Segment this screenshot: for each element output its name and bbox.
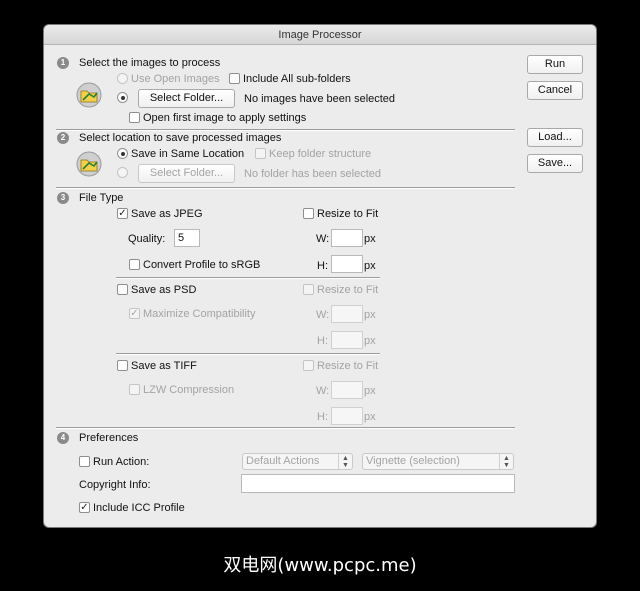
jpeg-width-unit: px xyxy=(364,233,376,245)
folder-action-icon xyxy=(76,151,102,177)
psd-width-unit: px xyxy=(364,309,376,321)
section4-heading: Preferences xyxy=(79,432,139,444)
section2-heading: Select location to save processed images xyxy=(79,132,282,144)
separator-3 xyxy=(56,427,515,429)
save-as-tiff-label: Save as TIFF xyxy=(131,360,197,372)
watermark-text: 双电网(www.pcpc.me) xyxy=(223,555,417,576)
psd-width-input[interactable] xyxy=(331,305,363,323)
tiff-height-unit: px xyxy=(364,411,376,423)
use-open-images-radio[interactable] xyxy=(117,73,128,84)
tiff-height-input[interactable] xyxy=(331,407,363,425)
jpeg-resize-label: Resize to Fit xyxy=(317,208,379,220)
tiff-width-input[interactable] xyxy=(331,381,363,399)
folder-action-icon xyxy=(76,82,102,108)
save-as-psd-checkbox[interactable] xyxy=(117,284,128,295)
select-destination-radio[interactable] xyxy=(117,167,128,178)
action-select[interactable]: Vignette (selection) ▲ ▼ xyxy=(362,453,514,470)
save-same-location-label: Save in Same Location xyxy=(131,148,245,160)
include-icc-checkbox[interactable]: ✓ xyxy=(79,502,90,513)
open-first-image-checkbox[interactable] xyxy=(129,112,140,123)
select-folder-radio[interactable] xyxy=(117,92,128,103)
jpeg-width-label: W: xyxy=(316,233,330,245)
jpeg-resize-checkbox[interactable] xyxy=(303,208,314,219)
save-settings-button[interactable]: Save... xyxy=(527,154,583,173)
convert-srgb-checkbox[interactable] xyxy=(129,259,140,270)
include-subfolders-label: Include All sub-folders xyxy=(243,73,351,85)
run-action-checkbox[interactable] xyxy=(79,456,90,467)
select-arrows-icon: ▲ ▼ xyxy=(499,454,513,469)
copyright-label: Copyright Info: xyxy=(79,479,151,491)
include-subfolders-checkbox[interactable] xyxy=(229,73,240,84)
separator-jpeg xyxy=(116,277,380,279)
action-set-select[interactable]: Default Actions ▲ ▼ xyxy=(242,453,353,470)
jpeg-width-input[interactable] xyxy=(331,229,363,247)
open-first-image-label: Open first image to apply settings xyxy=(143,112,307,124)
step-3-badge: 3 xyxy=(57,192,69,204)
step-2-badge: 2 xyxy=(57,132,69,144)
save-as-psd-label: Save as PSD xyxy=(131,284,197,296)
tiff-resize-checkbox[interactable] xyxy=(303,360,314,371)
convert-srgb-label: Convert Profile to sRGB xyxy=(143,259,261,271)
select-arrows-icon: ▲ ▼ xyxy=(338,454,352,469)
psd-height-label: H: xyxy=(317,335,328,347)
keep-folder-structure-checkbox[interactable] xyxy=(255,148,266,159)
lzw-compression-checkbox[interactable] xyxy=(129,384,140,395)
select-destination-folder-button[interactable]: Select Folder... xyxy=(138,164,235,183)
jpeg-height-label: H: xyxy=(317,260,328,272)
jpeg-height-unit: px xyxy=(364,260,376,272)
section1-heading: Select the images to process xyxy=(79,57,221,69)
quality-input[interactable]: 5 xyxy=(174,229,200,247)
separator-2 xyxy=(56,187,515,189)
image-processor-window: Image Processor 1 Select the images to p… xyxy=(44,25,596,527)
copyright-input[interactable] xyxy=(241,474,515,493)
separator-psd xyxy=(116,353,380,355)
tiff-width-unit: px xyxy=(364,385,376,397)
save-as-tiff-checkbox[interactable] xyxy=(117,360,128,371)
maximize-compatibility-label: Maximize Compatibility xyxy=(143,308,256,320)
maximize-compatibility-checkbox[interactable]: ✓ xyxy=(129,308,140,319)
destination-status-text: No folder has been selected xyxy=(244,168,381,180)
load-button[interactable]: Load... xyxy=(527,128,583,147)
cancel-button[interactable]: Cancel xyxy=(527,81,583,100)
step-1-badge: 1 xyxy=(57,57,69,69)
select-source-folder-button[interactable]: Select Folder... xyxy=(138,89,235,108)
lzw-compression-label: LZW Compression xyxy=(143,384,235,396)
run-action-label: Run Action: xyxy=(93,456,150,468)
run-button[interactable]: Run xyxy=(527,55,583,74)
quality-label: Quality: xyxy=(128,233,166,245)
include-icc-label: Include ICC Profile xyxy=(93,502,185,514)
tiff-height-label: H: xyxy=(317,411,328,423)
save-as-jpeg-label: Save as JPEG xyxy=(131,208,203,220)
keep-folder-structure-label: Keep folder structure xyxy=(269,148,372,160)
step-4-badge: 4 xyxy=(57,432,69,444)
psd-resize-checkbox[interactable] xyxy=(303,284,314,295)
action-value: Vignette (selection) xyxy=(366,455,460,467)
psd-resize-label: Resize to Fit xyxy=(317,284,379,296)
use-open-images-label: Use Open Images xyxy=(131,73,220,85)
section3-heading: File Type xyxy=(79,192,124,204)
action-set-value: Default Actions xyxy=(246,455,320,467)
save-same-location-radio[interactable] xyxy=(117,148,128,159)
window-title: Image Processor xyxy=(44,25,596,45)
source-status-text: No images have been selected xyxy=(244,93,396,105)
tiff-resize-label: Resize to Fit xyxy=(317,360,379,372)
psd-height-unit: px xyxy=(364,335,376,347)
psd-height-input[interactable] xyxy=(331,331,363,349)
jpeg-height-input[interactable] xyxy=(331,255,363,273)
psd-width-label: W: xyxy=(316,309,330,321)
tiff-width-label: W: xyxy=(316,385,330,397)
save-as-jpeg-checkbox[interactable]: ✓ xyxy=(117,208,128,219)
